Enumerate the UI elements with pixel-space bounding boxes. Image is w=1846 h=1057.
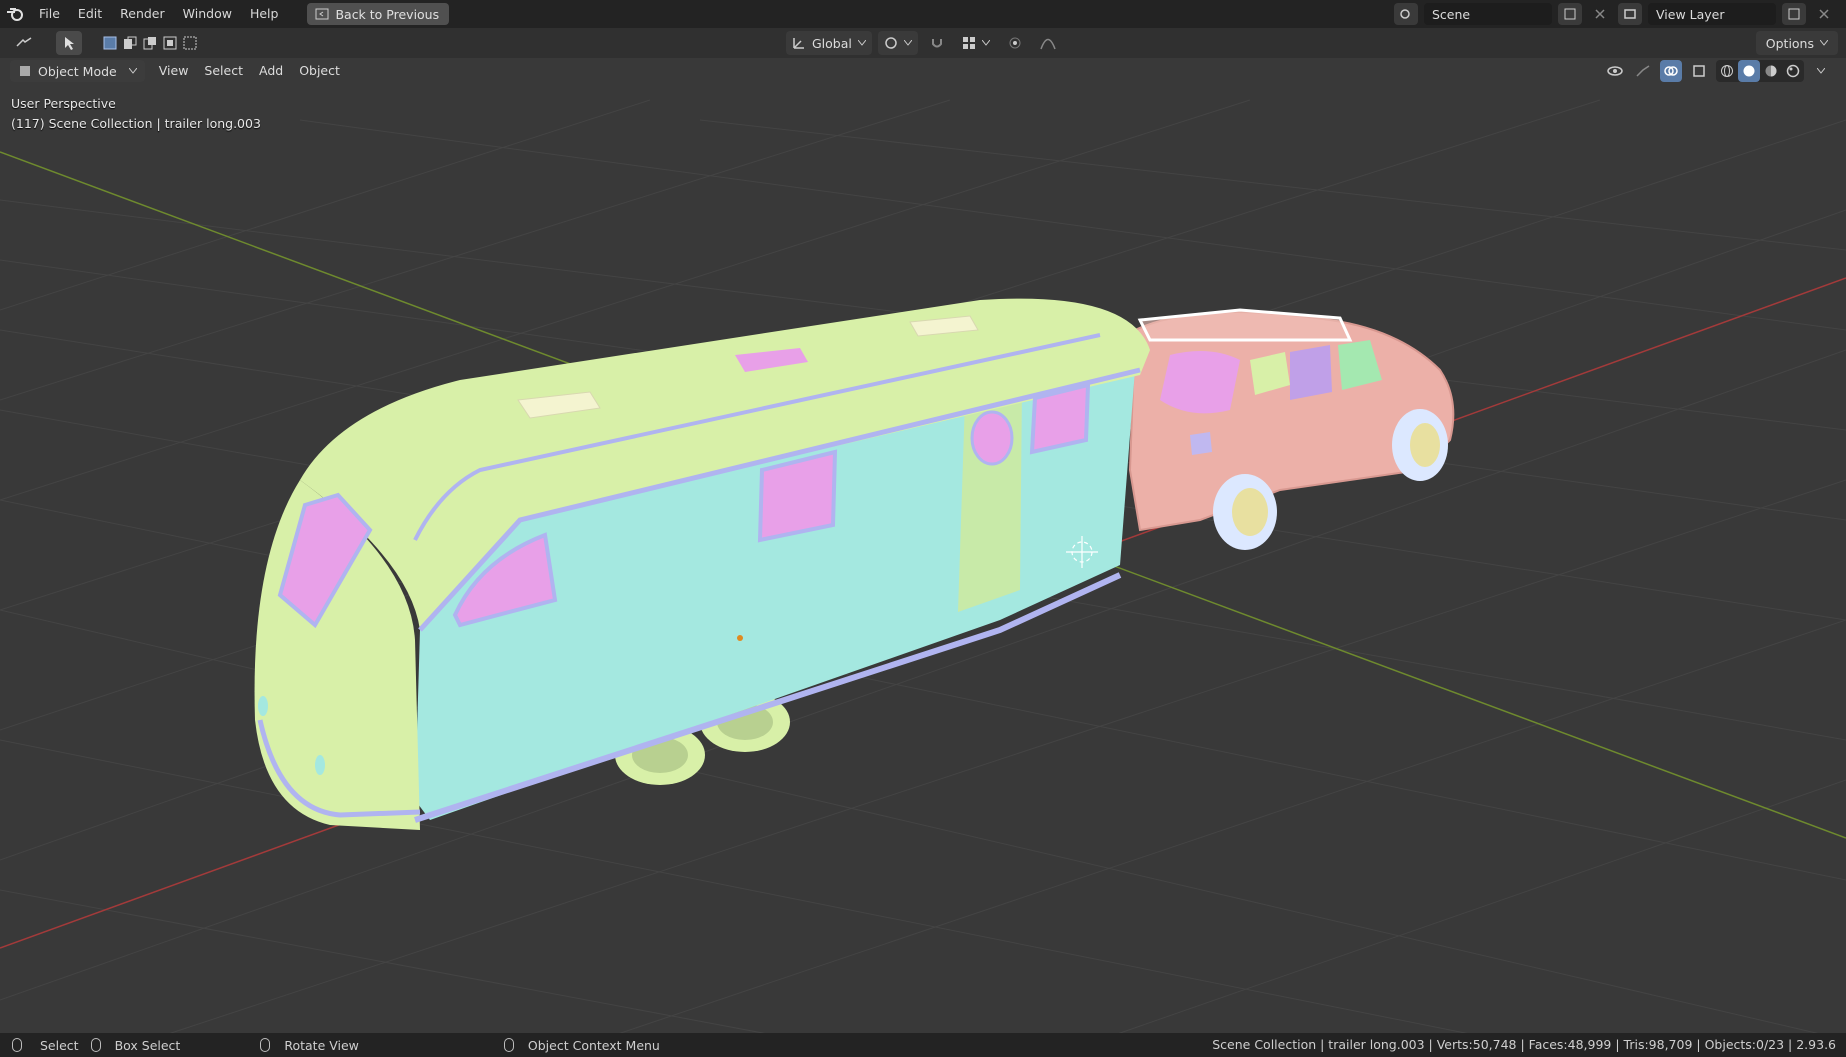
snap-target-dropdown[interactable]	[956, 31, 996, 55]
menu-view[interactable]: View	[151, 60, 197, 82]
top-menu-bar: File Edit Render Window Help Back to Pre…	[0, 0, 1846, 28]
visibility-icon[interactable]	[1604, 60, 1626, 82]
magnet-icon	[931, 39, 942, 48]
menu-select[interactable]: Select	[196, 60, 251, 82]
proportional-edit-toggle[interactable]	[1002, 31, 1028, 55]
wireframe-shading-icon[interactable]	[1716, 60, 1738, 82]
menu-window[interactable]: Window	[174, 0, 241, 28]
chevron-down-icon	[128, 68, 137, 74]
editor-type-icon[interactable]	[8, 31, 42, 55]
shading-options-icon[interactable]	[1810, 60, 1832, 82]
middle-mouse-icon	[260, 1038, 271, 1052]
chevron-down-icon	[1820, 40, 1828, 46]
3d-viewport[interactable]	[0, 0, 1846, 1040]
view-layer-field[interactable]: View Layer	[1648, 3, 1776, 25]
menu-render[interactable]: Render	[111, 0, 174, 28]
mode-label: Object Mode	[38, 63, 117, 79]
select-mode-intersect-icon[interactable]	[180, 31, 200, 55]
blender-logo-icon[interactable]	[0, 0, 30, 28]
scene-statistics: Scene Collection | trailer long.003 | Ve…	[1212, 1037, 1836, 1052]
back-to-previous-button[interactable]: Back to Previous	[307, 3, 450, 25]
overlays-toggle-icon[interactable]	[1660, 60, 1682, 82]
status-bar: Select Box Select Rotate View Object Con…	[0, 1033, 1846, 1057]
rendered-shading-icon[interactable]	[1782, 60, 1804, 82]
menu-help[interactable]: Help	[241, 0, 288, 28]
status-rotate-label: Rotate View	[284, 1037, 359, 1053]
select-tool-icon[interactable]	[56, 31, 82, 55]
status-box-select-label: Box Select	[114, 1037, 181, 1053]
orientation-label: Global	[812, 35, 852, 51]
scene-browse-icon[interactable]	[1394, 3, 1418, 25]
tool-header: Global Options	[0, 28, 1846, 58]
view-layer-name: View Layer	[1656, 6, 1725, 22]
delete-scene-icon[interactable]	[1588, 3, 1612, 25]
left-mouse-icon	[12, 1038, 22, 1052]
proportional-edit-icon	[1009, 37, 1021, 49]
menu-add[interactable]: Add	[251, 60, 291, 82]
menu-edit[interactable]: Edit	[69, 0, 111, 28]
falloff-curve-icon	[1040, 38, 1056, 50]
back-icon	[315, 8, 329, 20]
status-select-label: Select	[40, 1037, 79, 1053]
status-context-menu: Object Context Menu	[503, 1037, 660, 1053]
select-mode-extend-icon[interactable]	[120, 31, 140, 55]
menu-file[interactable]: File	[30, 0, 69, 28]
menu-object[interactable]: Object	[291, 60, 348, 82]
new-view-layer-icon[interactable]	[1782, 3, 1806, 25]
new-scene-icon[interactable]	[1558, 3, 1582, 25]
object-mode-dropdown[interactable]: Object Mode	[10, 60, 145, 82]
viewport-header: Object Mode View Select Add Object	[0, 58, 1846, 84]
scene-name-field[interactable]: Scene	[1424, 3, 1552, 25]
viewport-perspective-label: User Perspective	[11, 96, 116, 111]
chevron-down-icon	[981, 40, 990, 46]
falloff-dropdown[interactable]	[1034, 31, 1062, 55]
delete-view-layer-icon[interactable]	[1812, 3, 1836, 25]
drag-mouse-icon	[90, 1038, 101, 1052]
select-mode-invert-icon[interactable]	[160, 31, 180, 55]
pivot-point-dropdown[interactable]	[877, 31, 918, 55]
status-box-select: Box Select	[90, 1037, 181, 1053]
grid-snap-icon	[962, 37, 975, 49]
scene-name: Scene	[1432, 6, 1471, 22]
viewport-collection-label: (117) Scene Collection | trailer long.00…	[11, 116, 261, 131]
object-mode-icon	[20, 66, 30, 76]
snap-toggle[interactable]	[924, 31, 950, 55]
status-context-menu-label: Object Context Menu	[527, 1037, 660, 1053]
select-mode-new-icon[interactable]	[100, 31, 120, 55]
select-mode-subtract-icon[interactable]	[140, 31, 160, 55]
view-layer-browse-icon[interactable]	[1618, 3, 1642, 25]
transform-orientation-dropdown[interactable]: Global	[786, 31, 872, 55]
status-rotate: Rotate View	[260, 1038, 359, 1053]
status-select: Select	[12, 1038, 79, 1053]
options-dropdown[interactable]: Options	[1755, 31, 1838, 55]
solid-shading-icon[interactable]	[1738, 60, 1760, 82]
xray-toggle-icon[interactable]	[1688, 60, 1710, 82]
chevron-down-icon	[903, 40, 912, 46]
back-button-label: Back to Previous	[335, 6, 440, 22]
orientation-axes-icon	[793, 38, 804, 49]
pivot-icon	[885, 37, 897, 49]
gizmo-toggle-icon[interactable]	[1632, 60, 1654, 82]
material-shading-icon[interactable]	[1760, 60, 1782, 82]
chevron-down-icon	[857, 40, 866, 46]
options-label: Options	[1765, 35, 1814, 51]
right-mouse-icon	[503, 1038, 514, 1052]
